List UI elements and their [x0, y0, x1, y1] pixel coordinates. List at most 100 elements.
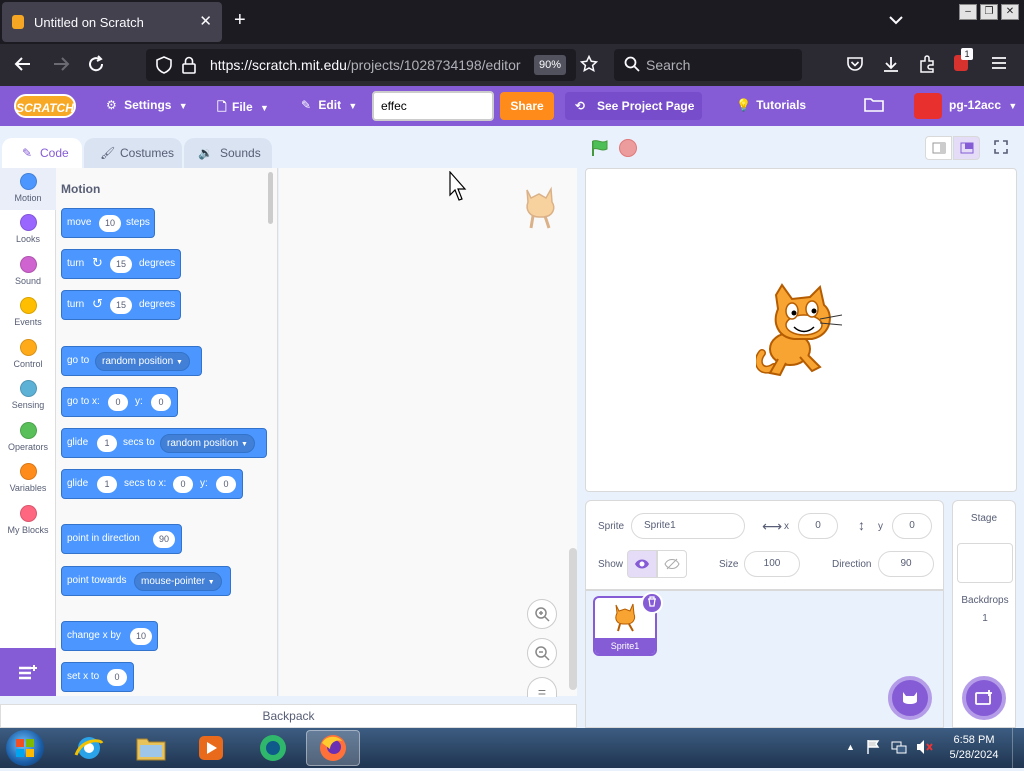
glide-target-dropdown[interactable]: random position ▼ — [160, 434, 255, 453]
see-project-page-button[interactable]: ⟲ See Project Page — [565, 92, 702, 120]
sprite-name-input[interactable]: Sprite1 — [631, 513, 745, 539]
edit-menu[interactable]: ✎ Edit ▼ — [301, 98, 357, 112]
delete-sprite-button[interactable] — [641, 592, 663, 614]
forward-button[interactable] — [52, 55, 70, 78]
back-button[interactable] — [14, 55, 32, 78]
close-window-button[interactable]: ✕ — [1001, 4, 1019, 20]
lock-icon[interactable] — [182, 56, 196, 79]
block-input[interactable]: 0 — [107, 669, 127, 686]
zoom-out-button[interactable] — [527, 638, 557, 668]
choose-backdrop-button[interactable] — [962, 676, 1006, 720]
backdrop-thumbnail[interactable] — [957, 543, 1013, 583]
direction-input[interactable]: 90 — [878, 551, 934, 577]
tab-costumes[interactable]: 🖌 Costumes — [84, 138, 182, 168]
zoom-level-badge[interactable]: 90% — [534, 55, 566, 75]
category-my-blocks[interactable]: My Blocks — [0, 500, 56, 542]
block-input[interactable]: 90 — [153, 531, 175, 548]
extensions-button[interactable] — [918, 55, 936, 78]
volume-muted-icon[interactable] — [916, 739, 934, 760]
block-input[interactable]: 1 — [97, 476, 117, 493]
add-extension-button[interactable] — [0, 648, 56, 696]
category-control[interactable]: Control — [0, 334, 56, 376]
category-variables[interactable]: Variables — [0, 458, 56, 500]
account-menu[interactable]: pg-12acc ▼ — [949, 98, 1017, 112]
my-stuff-button[interactable] — [864, 96, 884, 115]
hide-sprite-button[interactable] — [657, 550, 687, 578]
tutorials-button[interactable]: 💡 Tutorials — [736, 98, 806, 112]
cat-sprite[interactable] — [756, 283, 848, 379]
show-desktop-button[interactable] — [1012, 728, 1024, 768]
x-position-input[interactable]: 0 — [798, 513, 838, 539]
script-scrollbar[interactable] — [569, 548, 577, 690]
normal-stage-button[interactable] — [953, 136, 980, 160]
start-button[interactable] — [6, 730, 44, 766]
small-stage-button[interactable] — [925, 136, 952, 160]
new-tab-button[interactable]: + — [234, 10, 246, 30]
block-input[interactable]: 10 — [99, 215, 121, 232]
zoom-in-button[interactable] — [527, 599, 557, 629]
web-search-field[interactable]: Search — [614, 49, 802, 81]
settings-menu[interactable]: ⚙ Settings ▼ — [106, 98, 188, 112]
file-menu[interactable]: 🗋 File ▼ — [217, 98, 269, 119]
backpack-panel[interactable]: Backpack — [0, 704, 577, 728]
block-set-x[interactable]: set x to 0 — [61, 662, 134, 692]
scratch-logo[interactable]: SCRATCH — [14, 94, 76, 118]
block-input[interactable]: 0 — [173, 476, 193, 493]
green-flag-button[interactable] — [590, 139, 610, 162]
block-turn-left[interactable]: turn ↺ 15 degrees — [61, 290, 181, 320]
tracking-shield-icon[interactable] — [156, 56, 172, 79]
point-towards-dropdown[interactable]: mouse-pointer ▼ — [134, 572, 222, 591]
block-change-x[interactable]: change x by 10 — [61, 621, 158, 651]
list-all-tabs-button[interactable] — [889, 12, 903, 28]
user-avatar[interactable] — [914, 93, 942, 119]
tab-close-icon[interactable]: ✕ — [199, 12, 212, 30]
block-move-steps[interactable]: move 10 steps — [61, 208, 155, 238]
block-input[interactable]: 10 — [130, 628, 152, 645]
show-sprite-button[interactable] — [627, 550, 657, 578]
taskbar-media-player[interactable] — [184, 730, 238, 766]
action-center-flag-icon[interactable] — [866, 739, 880, 760]
block-glide-to-xy[interactable]: glide 1 secs to x: 0 y: 0 — [61, 469, 243, 499]
minimize-button[interactable]: – — [959, 4, 977, 20]
stop-button[interactable] — [619, 139, 637, 157]
category-looks[interactable]: Looks — [0, 209, 56, 251]
category-events[interactable]: Events — [0, 292, 56, 334]
taskbar-file-explorer[interactable] — [124, 730, 178, 766]
block-point-towards[interactable]: point towards mouse-pointer ▼ — [61, 566, 231, 596]
category-operators[interactable]: Operators — [0, 417, 56, 459]
restore-button[interactable]: ❐ — [980, 4, 998, 20]
block-turn-right[interactable]: turn ↻ 15 degrees — [61, 249, 181, 279]
share-button[interactable]: Share — [500, 92, 554, 120]
size-input[interactable]: 100 — [744, 551, 800, 577]
network-icon[interactable] — [891, 739, 907, 760]
category-sound[interactable]: Sound — [0, 251, 56, 293]
addon-button[interactable]: 1 — [954, 48, 973, 71]
taskbar-internet-explorer[interactable] — [62, 730, 116, 766]
address-bar[interactable]: https://scratch.mit.edu/projects/1028734… — [146, 49, 599, 81]
block-input[interactable]: 0 — [151, 394, 171, 411]
stage-canvas[interactable] — [585, 168, 1017, 492]
category-motion[interactable]: Motion — [0, 168, 56, 210]
goto-target-dropdown[interactable]: random position ▼ — [95, 352, 190, 371]
block-go-to[interactable]: go to random position ▼ — [61, 346, 202, 376]
block-input[interactable]: 1 — [97, 435, 117, 452]
block-input[interactable]: 0 — [108, 394, 128, 411]
show-hidden-icons-button[interactable]: ▲ — [846, 742, 855, 752]
downloads-button[interactable] — [882, 55, 900, 78]
block-input[interactable]: 15 — [110, 297, 132, 314]
pocket-button[interactable] — [846, 55, 864, 78]
hamburger-menu-button[interactable] — [991, 55, 1007, 75]
block-point-in-direction[interactable]: point in direction 90 — [61, 524, 182, 554]
tab-code[interactable]: ✎ Code — [2, 138, 82, 168]
category-sensing[interactable]: Sensing — [0, 375, 56, 417]
palette-scrollbar[interactable] — [268, 172, 273, 224]
choose-sprite-button[interactable] — [888, 676, 932, 720]
taskbar-app-green[interactable] — [246, 730, 300, 766]
tab-sounds[interactable]: 🔉 Sounds — [184, 138, 272, 168]
taskbar-firefox[interactable] — [306, 730, 360, 766]
system-clock[interactable]: 6:58 PM 5/28/2024 — [944, 733, 1004, 763]
project-title-input[interactable]: effec — [372, 91, 494, 121]
browser-tab[interactable]: Untitled on Scratch ✕ — [2, 2, 222, 42]
fullscreen-button[interactable] — [994, 140, 1008, 159]
reload-button[interactable] — [87, 55, 105, 78]
